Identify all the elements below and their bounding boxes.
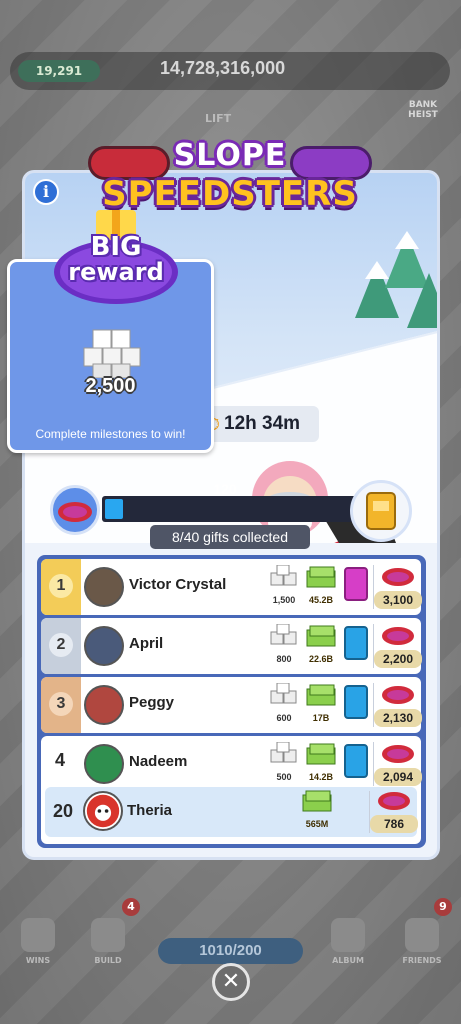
event-title: SLOPE SPEEDSTERS	[85, 138, 375, 214]
cash-prize: 14.2B	[303, 742, 339, 786]
player-name: Victor Crystal	[129, 576, 227, 593]
nav-build: BUILD	[78, 918, 138, 965]
dice-stack-icon	[83, 329, 141, 378]
cash-stack-icon	[306, 684, 336, 706]
big-label: BIG	[90, 232, 142, 262]
progress-fill	[105, 499, 123, 519]
reward-dice-amount: 2,500	[85, 375, 136, 397]
pink-sticker-pack-icon	[344, 567, 368, 601]
leaderboard-row[interactable]: 1 Victor Crystal 1,500 45.2B 3,100	[41, 559, 422, 615]
nav-album: ALBUM	[318, 918, 378, 965]
leaderboard: 1 Victor Crystal 1,500 45.2B 3,100 2 Apr…	[37, 555, 426, 848]
hammer-icon	[91, 918, 125, 952]
title-line-2: SPEEDSTERS	[102, 174, 358, 214]
cash-stack-icon	[306, 625, 336, 647]
score: 2,094	[374, 740, 422, 788]
dice-roll-counter: 1010/200	[158, 938, 303, 964]
friends-badge: 9	[434, 898, 452, 916]
dice-icon	[270, 564, 297, 586]
big-reward-badge: BIG reward	[46, 210, 186, 310]
player-name: Nadeem	[129, 753, 188, 770]
score: 3,100	[374, 563, 422, 611]
avatar	[84, 626, 124, 666]
cash-chip: 19,291	[18, 60, 100, 82]
tree-snowcap	[395, 231, 419, 249]
goggles-icon	[382, 686, 414, 704]
blue-sticker-pack-icon	[344, 744, 368, 778]
cash-stack-icon	[302, 790, 332, 812]
album-icon	[331, 918, 365, 952]
cash-stack-icon	[306, 743, 336, 765]
gifts-collected-label: 8/40 gifts collected	[150, 525, 310, 549]
progress-bar	[102, 496, 358, 522]
cash-prize: 17B	[303, 683, 339, 727]
reward-label: reward	[68, 258, 164, 286]
cash-prize: 22.6B	[303, 624, 339, 668]
tree-snowcap	[365, 261, 389, 279]
avatar	[83, 791, 123, 831]
blue-sticker-pack-icon	[344, 685, 368, 719]
rank-badge: 3	[41, 677, 81, 733]
my-rank-number: 20	[53, 801, 74, 821]
rank-badge: 1	[41, 559, 81, 615]
my-player-name: Theria	[127, 802, 173, 819]
close-button[interactable]: ✕	[212, 963, 250, 1001]
dice-prize: 500	[267, 741, 301, 786]
goggles-token-icon	[50, 485, 100, 535]
big-reward-card[interactable]: BIG reward 2,500 Complete milestones to …	[7, 210, 214, 453]
build-badge: 4	[122, 898, 140, 916]
score: 2,130	[374, 681, 422, 729]
milestone-reward-ticket[interactable]	[350, 480, 412, 542]
rank-badge: 2	[41, 618, 81, 674]
cash-stack-icon	[306, 566, 336, 588]
leaderboard-row[interactable]: 2 April 800 22.6B 2,200	[41, 618, 422, 674]
avatar	[84, 744, 124, 784]
golden-ticket-icon	[366, 492, 396, 530]
goggles-icon	[378, 792, 410, 810]
money-total: 14,728,316,000	[160, 58, 286, 78]
friends-icon	[405, 918, 439, 952]
dice-prize: 1,500	[267, 564, 301, 609]
player-name: April	[129, 635, 164, 652]
my-rank-row[interactable]: 20 Theria 565M 786	[45, 787, 418, 837]
score: 2,200	[374, 622, 422, 670]
cash-prize: 45.2B	[303, 565, 339, 609]
nav-friends: FRIENDS	[392, 918, 452, 965]
avatar	[84, 567, 124, 607]
lift-label: LIFT	[205, 112, 232, 125]
avatar	[84, 685, 124, 725]
progress-value: 120	[213, 481, 237, 497]
bank-heist-label: BANK HEIST	[408, 100, 438, 120]
cash-prize: 565M	[299, 789, 335, 833]
goggles-icon	[382, 745, 414, 763]
pine-tree	[407, 273, 437, 328]
dice-icon	[270, 623, 297, 645]
goggles-icon	[382, 568, 414, 586]
info-button[interactable]: i	[33, 179, 59, 205]
leaderboard-row[interactable]: 3 Peggy 600 17B 2,130	[41, 677, 422, 733]
timer-text: 12h 34m	[224, 413, 301, 434]
dice-icon	[270, 682, 297, 704]
dice-prize: 800	[267, 623, 301, 668]
nav-wins: WINS	[8, 918, 68, 965]
score: 786	[370, 787, 418, 835]
goggles-icon	[382, 627, 414, 645]
player-name: Peggy	[129, 694, 175, 711]
trophy-icon	[21, 918, 55, 952]
blue-sticker-pack-icon	[344, 626, 368, 660]
reward-caption: Complete milestones to win!	[35, 427, 186, 441]
dice-icon	[270, 741, 297, 763]
dice-prize: 600	[267, 682, 301, 727]
title-line-1: SLOPE	[173, 138, 287, 173]
rank-number: 4	[55, 750, 66, 770]
